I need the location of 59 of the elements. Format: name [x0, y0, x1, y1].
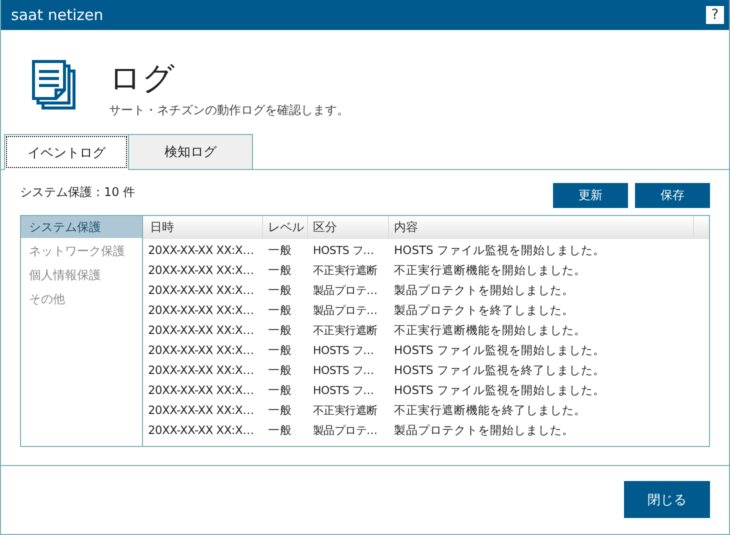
table-cell-text: 20XX-XX-XX XX:X… — [147, 263, 255, 277]
table-cell-text: 製品プロテ… — [312, 302, 378, 318]
table-cell-text: 20XX-XX-XX XX:X… — [147, 363, 255, 377]
action-button[interactable]: 更新 — [553, 183, 628, 208]
table-cell-text: 一般 — [267, 322, 293, 338]
tab[interactable]: イベントログ — [4, 134, 129, 170]
table-cell-text: 一般 — [267, 282, 293, 298]
table-cell-text: 不正実行遮断 — [312, 402, 378, 418]
table-cell-text: 製品プロテクトを終了しました。 — [393, 302, 575, 318]
action-button[interactable]: 保存 — [635, 183, 710, 208]
column-header[interactable]: 日時 — [143, 216, 263, 239]
table-cell-text: 製品プロテ… — [312, 282, 378, 298]
table-cell-text: 一般 — [267, 382, 293, 398]
tab[interactable]: 検知ログ — [128, 134, 253, 169]
table-cell-text: 不正実行遮断 — [312, 262, 378, 278]
table-cell-text: HOSTS フ… — [312, 362, 375, 378]
window-title: saat netizen — [11, 6, 104, 24]
table-cell-text: 一般 — [267, 262, 293, 278]
table-cell-text: 一般 — [267, 402, 293, 418]
table-cell-text: 不正実行遮断機能を開始しました。 — [393, 322, 587, 338]
table-cell-text: 製品プロテクトを開始しました。 — [393, 422, 575, 438]
sidebar-item[interactable]: その他 — [21, 288, 142, 310]
table-cell-text: HOSTS フ… — [312, 382, 375, 398]
table-cell-text: 20XX-XX-XX XX:X… — [147, 383, 255, 397]
table-cell-text: 不正実行遮断 — [312, 322, 378, 338]
table-cell-text: 20XX-XX-XX XX:X… — [147, 323, 255, 337]
help-button[interactable]: ? — [706, 6, 724, 24]
table-cell-text: 一般 — [267, 342, 293, 358]
table-cell-text: HOSTS フ… — [312, 342, 375, 358]
table-cell-text: 一般 — [267, 362, 293, 378]
table-cell-text: 20XX-XX-XX XX:X… — [147, 243, 255, 257]
sidebar-item[interactable]: ネットワーク保護 — [21, 240, 142, 262]
table-cell-text: 製品プロテ… — [312, 422, 378, 438]
table-cell-text: HOSTS ファイル監視を開始しました。 — [393, 242, 606, 258]
record-count: システム保護：10 件 — [20, 184, 136, 201]
table-cell-text: 一般 — [267, 302, 293, 318]
table-cell-text: 20XX-XX-XX XX:X… — [147, 403, 255, 417]
table-cell-text: 20XX-XX-XX XX:X… — [147, 343, 255, 357]
table-cell-text: 一般 — [267, 242, 293, 258]
documents-icon — [32, 60, 76, 110]
table-cell-text: 20XX-XX-XX XX:X… — [147, 303, 255, 317]
column-header[interactable]: レベル — [263, 216, 308, 239]
table-cell-text: HOSTS ファイル監視を終了しました。 — [393, 362, 606, 378]
table-cell-text: 20XX-XX-XX XX:X… — [147, 423, 255, 437]
column-header[interactable]: 内容 — [389, 216, 694, 239]
sidebar-item[interactable]: 個人情報保護 — [21, 264, 142, 286]
table-cell-text: 製品プロテクトを開始しました。 — [393, 282, 575, 298]
sidebar-item[interactable]: システム保護 — [21, 216, 142, 238]
column-header[interactable]: 区分 — [308, 216, 389, 239]
close-button[interactable]: 閉じる — [624, 481, 710, 518]
table-cell-text: HOSTS ファイル監視を開始しました。 — [393, 342, 606, 358]
table-cell-text: 不正実行遮断機能を開始しました。 — [393, 262, 587, 278]
table-cell-text: 一般 — [267, 422, 293, 438]
table-cell-text: HOSTS フ… — [312, 242, 375, 258]
page-subtitle: サート・ネチズンの動作ログを確認します。 — [109, 102, 349, 119]
table-cell-text: HOSTS ファイル監視を開始しました。 — [393, 382, 606, 398]
page-title: ログ — [109, 58, 176, 98]
table-cell-text: 不正実行遮断機能を終了しました。 — [393, 402, 587, 418]
table-cell-text: 20XX-XX-XX XX:X… — [147, 283, 255, 297]
